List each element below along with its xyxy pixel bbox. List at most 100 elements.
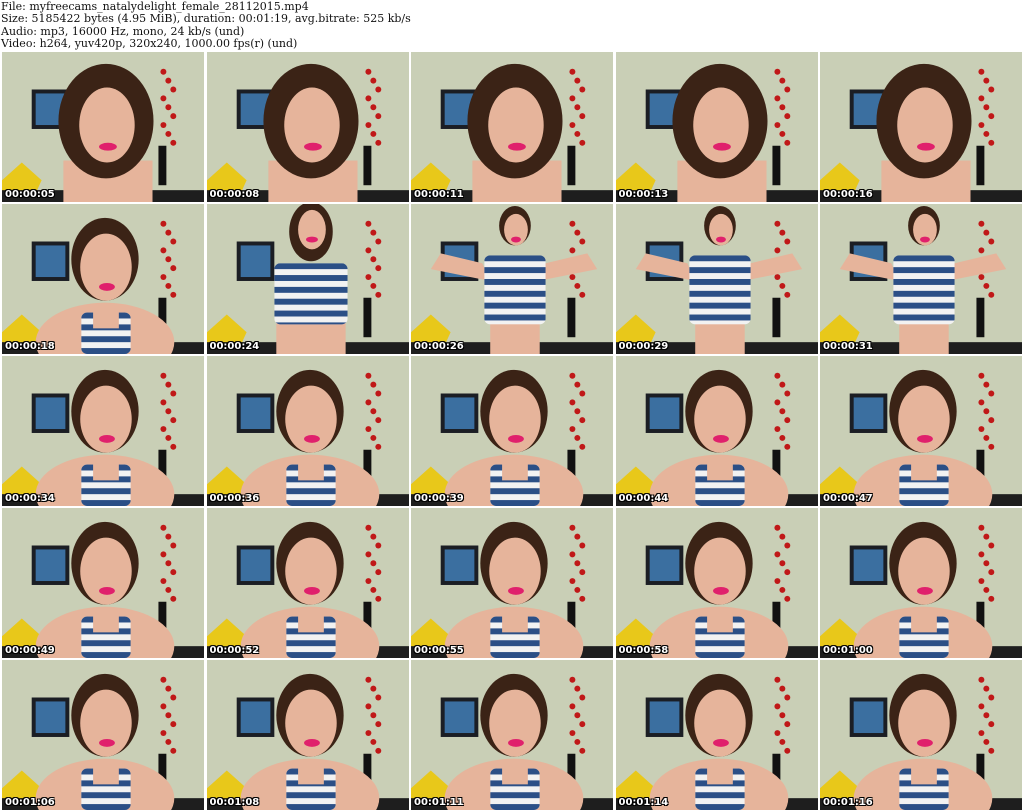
file-info-header: File: myfreecams_natalydelight_female_28… bbox=[0, 0, 1024, 52]
lips bbox=[508, 586, 524, 595]
video-frame-thumbnail: 00:00:47 bbox=[819, 355, 1023, 507]
lips bbox=[99, 282, 115, 291]
striped-top bbox=[273, 263, 348, 325]
video-frame-thumbnail: 00:00:13 bbox=[614, 51, 819, 203]
video-frame-thumbnail: 00:00:26 bbox=[410, 203, 614, 355]
wall-picture bbox=[35, 397, 66, 430]
frame-timestamp: 00:00:52 bbox=[209, 645, 260, 656]
frame-image bbox=[615, 356, 818, 506]
vase bbox=[976, 297, 985, 338]
lips bbox=[712, 434, 729, 443]
wall-picture bbox=[649, 397, 679, 430]
lips bbox=[712, 738, 729, 747]
frame-image bbox=[2, 52, 204, 202]
lips bbox=[303, 586, 320, 595]
video-frame-thumbnail: 00:00:36 bbox=[205, 355, 410, 507]
video-frame-thumbnail: 00:00:08 bbox=[205, 51, 410, 203]
wall-picture bbox=[853, 701, 884, 734]
frame-image bbox=[206, 660, 409, 810]
frame-timestamp: 00:01:00 bbox=[823, 645, 873, 656]
face bbox=[897, 87, 953, 163]
frame-timestamp: 00:00:55 bbox=[414, 645, 464, 656]
wall-picture bbox=[853, 397, 884, 430]
lips bbox=[917, 738, 933, 747]
frame-image bbox=[411, 356, 613, 506]
video-frame-thumbnail: 00:00:16 bbox=[819, 51, 1023, 203]
frame-image bbox=[820, 660, 1022, 810]
wall-picture bbox=[240, 397, 270, 430]
lips bbox=[99, 434, 115, 443]
chest bbox=[297, 610, 324, 633]
frame-image bbox=[411, 660, 613, 810]
vase bbox=[567, 297, 576, 338]
frame-image bbox=[615, 204, 818, 354]
chest bbox=[502, 610, 528, 633]
video-frame-thumbnail: 00:01:11 bbox=[410, 659, 614, 811]
torso bbox=[694, 320, 745, 354]
wall-picture bbox=[240, 549, 270, 582]
chest bbox=[706, 610, 733, 633]
frame-timestamp: 00:00:26 bbox=[414, 341, 464, 352]
frame-image bbox=[2, 356, 204, 506]
frame-timestamp: 00:00:18 bbox=[5, 341, 55, 352]
chest bbox=[93, 306, 119, 329]
wall-picture bbox=[444, 701, 475, 734]
frame-timestamp: 00:00:29 bbox=[618, 341, 669, 352]
lips bbox=[508, 738, 524, 747]
wall-picture bbox=[35, 245, 66, 278]
wall-picture bbox=[649, 701, 679, 734]
lips bbox=[303, 142, 322, 151]
frame-image bbox=[615, 660, 818, 810]
vase bbox=[771, 145, 780, 186]
frame-timestamp: 00:01:06 bbox=[5, 797, 55, 808]
frame-timestamp: 00:00:13 bbox=[618, 189, 669, 200]
video-frame-thumbnail: 00:00:44 bbox=[614, 355, 819, 507]
chest bbox=[93, 610, 119, 633]
vase bbox=[976, 145, 985, 186]
frame-timestamp: 00:01:16 bbox=[823, 797, 873, 808]
face bbox=[692, 87, 749, 163]
wall-picture bbox=[444, 397, 475, 430]
frame-image bbox=[820, 52, 1022, 202]
frame-timestamp: 00:00:47 bbox=[823, 493, 873, 504]
vase bbox=[771, 297, 780, 338]
video-frame-thumbnail: 00:00:55 bbox=[410, 507, 614, 659]
lips bbox=[917, 142, 935, 151]
lips bbox=[511, 236, 521, 243]
lips bbox=[305, 236, 318, 243]
frame-image bbox=[206, 508, 409, 658]
chest bbox=[911, 610, 937, 633]
chest bbox=[297, 458, 324, 481]
frame-image bbox=[2, 204, 204, 354]
video-frame-thumbnail: 00:01:08 bbox=[205, 659, 410, 811]
chest bbox=[911, 762, 937, 785]
video-frame-thumbnail: 00:00:29 bbox=[614, 203, 819, 355]
lips bbox=[508, 434, 524, 443]
frame-timestamp: 00:00:36 bbox=[209, 493, 260, 504]
frame-timestamp: 00:00:49 bbox=[5, 645, 55, 656]
frame-image bbox=[820, 204, 1022, 354]
video-frame-thumbnail: 00:01:14 bbox=[614, 659, 819, 811]
chest bbox=[502, 762, 528, 785]
video-frame-thumbnail: 00:00:34 bbox=[1, 355, 205, 507]
striped-top bbox=[688, 255, 751, 325]
frame-image bbox=[206, 356, 409, 506]
wall-picture bbox=[240, 701, 270, 734]
frame-timestamp: 00:00:16 bbox=[823, 189, 873, 200]
vase bbox=[362, 297, 371, 338]
video-frame-thumbnail: 00:01:00 bbox=[819, 507, 1023, 659]
wall-picture bbox=[35, 549, 66, 582]
lips bbox=[508, 142, 526, 151]
chest bbox=[706, 458, 733, 481]
lips bbox=[99, 142, 117, 151]
vase bbox=[567, 145, 576, 186]
lips bbox=[303, 738, 320, 747]
lips bbox=[712, 142, 731, 151]
wall-picture bbox=[35, 701, 66, 734]
face bbox=[283, 87, 340, 163]
lips bbox=[917, 586, 933, 595]
frame-timestamp: 00:00:44 bbox=[618, 493, 669, 504]
lips bbox=[917, 434, 933, 443]
lips bbox=[99, 586, 115, 595]
video-frame-thumbnail: 00:00:39 bbox=[410, 355, 614, 507]
